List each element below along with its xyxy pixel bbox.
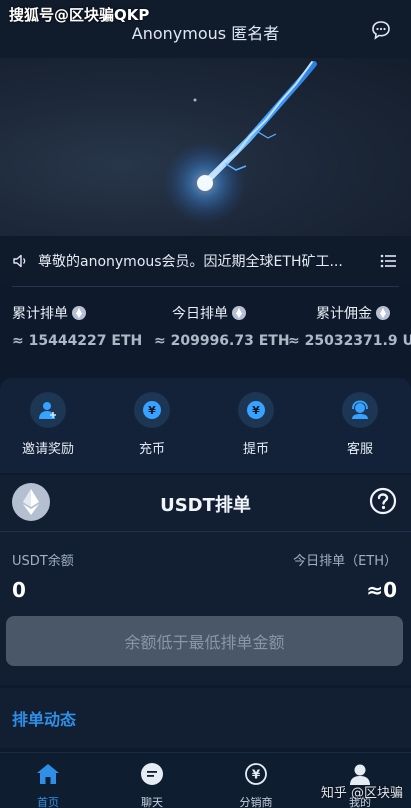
today-orders-value: ≈0 (366, 578, 397, 602)
stat-today-orders-label: 今日排单 (172, 303, 246, 323)
divider (12, 286, 399, 287)
today-orders-label: 今日排单（ETH） (293, 554, 397, 569)
notice-text: 尊敬的anonymous会员。因近期全球ETH矿工... (38, 254, 343, 270)
tab-home[interactable]: 首页 (13, 761, 83, 808)
deposit-coin-icon: ¥ (134, 392, 170, 428)
eth-icon (72, 306, 86, 320)
deposit-button[interactable]: ¥ 充币 (112, 392, 192, 457)
eth-icon (232, 306, 246, 320)
tab-chat[interactable]: 聊天 (117, 761, 187, 808)
tab-distributor[interactable]: ¥ 分销商 (221, 761, 291, 808)
stat-total-orders-label: 累计排单 (12, 303, 86, 323)
stat-commission-value: ≈ 25032371.9 U (288, 333, 411, 349)
home-icon (37, 764, 59, 784)
usdt-balance-label: USDT余额 (12, 554, 74, 569)
message-icon[interactable] (371, 20, 391, 40)
stat-commission-label: 累计佣金 (316, 303, 390, 323)
app-screen: Anonymous 匿名者 搜狐号@区块骗QKP 尊敬的anonymous会员。… (0, 0, 411, 808)
corner-watermark: 知乎 @区块骗 (320, 786, 403, 801)
order-dynamics-section: 排单动态 (0, 688, 411, 748)
chat-icon (141, 763, 163, 785)
speaker-icon (13, 254, 26, 268)
invite-reward-button[interactable]: 邀请奖励 (8, 392, 88, 457)
usdt-balance-value: 0 (12, 578, 26, 602)
customer-service-button[interactable]: 客服 (320, 392, 400, 457)
withdraw-button[interactable]: ¥ 提币 (216, 392, 296, 457)
stat-today-orders-value: ≈ 209996.73 ETH (154, 333, 290, 349)
divider (0, 531, 411, 532)
app-header: Anonymous 匿名者 搜狐号@区块骗QKP (0, 0, 411, 58)
banner-image[interactable] (0, 58, 411, 236)
help-icon[interactable] (369, 487, 397, 515)
usdt-order-card: USDT排单 USDT余额 今日排单（ETH） 0 ≈0 余额低于最低排单金额 (0, 475, 411, 685)
stat-total-orders-value: ≈ 15444227 ETH (12, 333, 143, 349)
quick-actions: 邀请奖励 ¥ 充币 ¥ 提币 客服 (0, 378, 411, 473)
lightning-illustration (163, 61, 317, 225)
distributor-icon: ¥ (245, 763, 267, 785)
customer-service-icon (342, 392, 378, 428)
svg-text:¥: ¥ (252, 768, 261, 782)
svg-text:¥: ¥ (148, 404, 156, 417)
order-dynamics-title[interactable]: 排单动态 (12, 706, 76, 730)
watermark: 搜狐号@区块骗QKP (9, 6, 150, 24)
list-icon[interactable] (379, 252, 397, 270)
card-title: USDT排单 (160, 495, 251, 516)
invite-user-icon (30, 392, 66, 428)
withdraw-coin-icon: ¥ (238, 392, 274, 428)
eth-icon (376, 306, 390, 320)
svg-text:¥: ¥ (252, 404, 260, 417)
place-order-button[interactable]: 余额低于最低排单金额 (6, 616, 403, 666)
notice-bar[interactable]: 尊敬的anonymous会员。因近期全球ETH矿工... (0, 236, 411, 286)
